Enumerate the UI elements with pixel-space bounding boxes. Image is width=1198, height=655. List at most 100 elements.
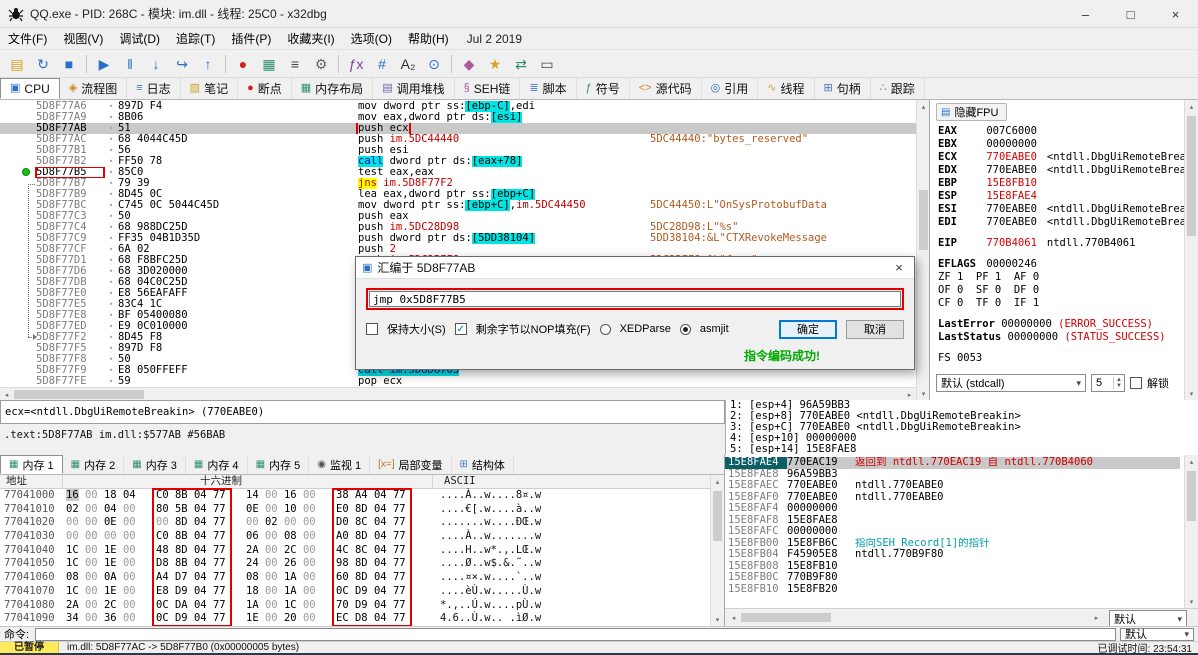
cancel-button[interactable]: 取消 [846, 319, 904, 339]
register-row[interactable]: EFLAGS 00000246 [938, 258, 1184, 271]
register-row[interactable]: LastError 00000000 (ERROR_SUCCESS) [938, 318, 1184, 331]
dump-tab-struct[interactable]: ⊞ 结构体 [452, 455, 514, 474]
tab-seh[interactable]: § SEH链 [455, 78, 521, 99]
dump-row[interactable]: 77041020 00 00 0E 00 00 8D 04 77 00 02 00 0… [0, 516, 710, 530]
minimize-button[interactable]: – [1063, 0, 1108, 28]
breakpoint-dot[interactable] [22, 168, 30, 176]
stack-row[interactable]: 15E8FB0C 770B9F80 [725, 572, 1180, 584]
disasm-row[interactable]: 5D8F77AC • 68 4044C45D push im.5DC44440 5DC4… [0, 134, 916, 145]
register-row[interactable]: OF 0 SF 0 DF 0 [938, 284, 1184, 297]
stop-button[interactable]: ■ [57, 52, 81, 76]
tab-trace[interactable]: ∴ 跟踪 [871, 78, 925, 99]
tab-log[interactable]: ≡ 日志 [127, 78, 181, 99]
menu-item-5[interactable]: 收藏夹(I) [279, 28, 342, 49]
step-over-button[interactable]: ↪ [170, 52, 194, 76]
menu-item-7[interactable]: 帮助(H) [400, 28, 457, 49]
disasm-row[interactable]: 5D8F77FE • 59 pop ecx [0, 376, 916, 387]
assemble-dialog-titlebar[interactable]: ▣ 汇编于 5D8F77AB × [356, 257, 914, 279]
register-row[interactable]: ZF 1 PF 1 AF 0 [938, 271, 1184, 284]
tab-source[interactable]: <> 源代码 [630, 78, 702, 99]
step-into-button[interactable]: ↓ [144, 52, 168, 76]
menu-item-2[interactable]: 调试(D) [111, 28, 168, 49]
command-input[interactable] [35, 627, 1116, 641]
register-row[interactable]: CF 0 TF 0 IF 1 [938, 297, 1184, 310]
argument-count-stepper[interactable]: 5 ▲ ▼ [1091, 374, 1125, 392]
disasm-row[interactable]: 5D8F77BC • C745 0C 5044C45D mov dword ptr s… [0, 200, 916, 211]
run-button[interactable]: ▶ [92, 52, 116, 76]
ok-button[interactable]: 确定 [779, 319, 837, 339]
xedparse-radio[interactable] [599, 323, 611, 335]
dump-row[interactable]: 77041070 1C 00 1E 00 E8 D9 04 77 18 00 1A 0… [0, 585, 710, 599]
stack-row[interactable]: 15E8FAF0 770EABE0 ntdll.770EABE0 [725, 492, 1180, 504]
tab-notes[interactable]: ▨ 笔记 [181, 78, 239, 99]
restart-button[interactable]: ↻ [31, 52, 55, 76]
hide-fpu-button[interactable]: ▤ 隐藏FPU [936, 103, 1008, 121]
tab-script[interactable]: ≣ 脚本 [520, 78, 577, 99]
menu-item-4[interactable]: 插件(P) [223, 28, 279, 49]
dump-tab-memory-2[interactable]: ▦ 内存 2 [63, 455, 125, 474]
register-row[interactable]: ESP 15E8FAE4 [938, 190, 1184, 203]
arguments-pane[interactable]: 1: [esp+4] 96A59BB3 2: [esp+8] 770EABE0 <… [725, 400, 1198, 455]
dump-row[interactable]: 77041040 1C 00 1E 00 48 8D 04 77 2A 00 2C 0… [0, 544, 710, 558]
tab-call-stack[interactable]: ▤ 调用堆栈 [373, 78, 455, 99]
register-row[interactable]: EAX 007C6000 [938, 125, 1184, 138]
dump-tab-memory-3[interactable]: ▦ 内存 3 [124, 455, 186, 474]
dump-row[interactable]: 77041030 00 00 00 00 C0 8B 04 77 06 00 08 0… [0, 530, 710, 544]
dump-tab-memory-4[interactable]: ▦ 内存 4 [186, 455, 248, 474]
stack-row[interactable]: 15E8FB00 15E8FB6C 指向SEH_Record[1]的指针 [725, 538, 1180, 550]
disasm-row[interactable]: 5D8F77C9 • FF35 04B1D35D push dword ptr ds:… [0, 233, 916, 244]
search-button[interactable]: ⊙ [422, 52, 446, 76]
dump-row[interactable]: 77041000 16 00 18 04 C0 8B 04 77 14 00 16 0… [0, 489, 710, 503]
font-button[interactable]: A₂ [396, 52, 420, 76]
patch-button[interactable]: ◆ [457, 52, 481, 76]
asmjit-radio[interactable] [679, 323, 691, 335]
stack-row[interactable]: 15E8FAF4 00000000 [725, 503, 1180, 515]
dump-vscrollbar[interactable]: ▴ ▾ [710, 475, 724, 626]
disasm-row[interactable]: 5D8F77B9 • 8D45 0C lea eax,dword ptr ss:[eb… [0, 189, 916, 200]
dump-tab-locals[interactable]: [x=] 局部变量 [370, 455, 452, 474]
tab-breakpoints[interactable]: ● 断点 [238, 78, 292, 99]
disasm-row[interactable]: 5D8F77C4 • 68 988DC25D push im.5DC28D98 5DC2… [0, 222, 916, 233]
disasm-row[interactable]: 5D8F77AB • 51 push ecx [0, 123, 916, 134]
dump-row[interactable]: 77041060 08 00 0A 00 A4 D7 04 77 08 00 1A 0… [0, 571, 710, 585]
tab-symbols[interactable]: ƒ 符号 [577, 78, 630, 99]
tab-memory-map[interactable]: ▦ 内存布局 [292, 78, 374, 99]
register-row[interactable]: FS 0053 [938, 352, 1184, 365]
disasm-row[interactable]: 5D8F77A9 • 8B06 mov eax,dword ptr ds:[esi] [0, 112, 916, 123]
title-bar[interactable]: QQ.exe - PID: 268C - 模块: im.dll - 线程: 25… [0, 0, 1198, 28]
disasm-row[interactable]: 5D8F77CF • 6A 02 push 2 [0, 244, 916, 255]
screenshot-button[interactable]: ▭ [535, 52, 559, 76]
registers-vscrollbar[interactable]: ▴ ▾ [1184, 100, 1198, 400]
command-default-select[interactable]: 默认 ▾ [1120, 627, 1194, 641]
close-button[interactable]: × [1153, 0, 1198, 28]
favourites-button[interactable]: ★ [483, 52, 507, 76]
tab-threads[interactable]: ∿ 线程 [758, 78, 815, 99]
pause-button[interactable]: ‖ [118, 52, 142, 76]
disassembly-hscrollbar[interactable]: ◂ ▸ [0, 387, 916, 400]
breakpoint-button[interactable]: ● [231, 52, 255, 76]
assemble-input[interactable] [369, 291, 901, 307]
stack-row[interactable]: 15E8FB08 15E8FB10 [725, 561, 1180, 573]
register-row[interactable]: EDX 770EABE0 <ntdll.DbgUiRemoteBreakin> [938, 164, 1184, 177]
tab-handles[interactable]: ⊞ 句柄 [815, 78, 871, 99]
calling-convention-select[interactable]: 默认 (stdcall) ▾ [936, 374, 1086, 392]
menu-item-6[interactable]: 选项(O) [343, 28, 400, 49]
unlock-checkbox[interactable] [1130, 377, 1142, 389]
tab-graph[interactable]: ◈ 流程图 [60, 78, 128, 99]
stack-row[interactable]: 15E8FAE4 770EAC19 返回到 ntdll.770EAC19 自 ntd… [725, 457, 1180, 469]
register-row[interactable]: LastStatus 00000000 (STATUS_SUCCESS) [938, 331, 1184, 344]
dump-tab-watch-1[interactable]: ◉ 监视 1 [309, 455, 371, 474]
register-row[interactable]: ESI 770EABE0 <ntdll.DbgUiRemoteBreakin> [938, 203, 1184, 216]
memory-map-button[interactable]: ▦ [257, 52, 281, 76]
open-file-button[interactable]: ▤ [5, 52, 29, 76]
dump-row[interactable]: 77041050 1C 00 1E 00 D8 8B 04 77 24 00 26 0… [0, 557, 710, 571]
dialog-close-icon[interactable]: × [884, 260, 914, 275]
register-row[interactable]: ECX 770EABE0 <ntdll.DbgUiRemoteBreakin> [938, 151, 1184, 164]
registers-pane[interactable]: ▤ 隐藏FPU EAX 007C6000 EBX 00000000 ECX 770E… [930, 100, 1198, 400]
dump-row[interactable]: 77041080 2A 00 2C 00 0C DA 04 77 1A 00 1C 0… [0, 599, 710, 613]
disasm-row[interactable]: 5D8F77B5 • 85C0 test eax,eax [0, 167, 916, 178]
stack-row[interactable]: 15E8FAEC 770EABE0 ntdll.770EABE0 [725, 480, 1180, 492]
stack-row[interactable]: 15E8FB04 F45905E8 ntdll.770B9F80 [725, 549, 1180, 561]
menu-item-3[interactable]: 追踪(T) [168, 28, 223, 49]
stack-view-select[interactable]: 默认 ▾ [1109, 610, 1187, 626]
